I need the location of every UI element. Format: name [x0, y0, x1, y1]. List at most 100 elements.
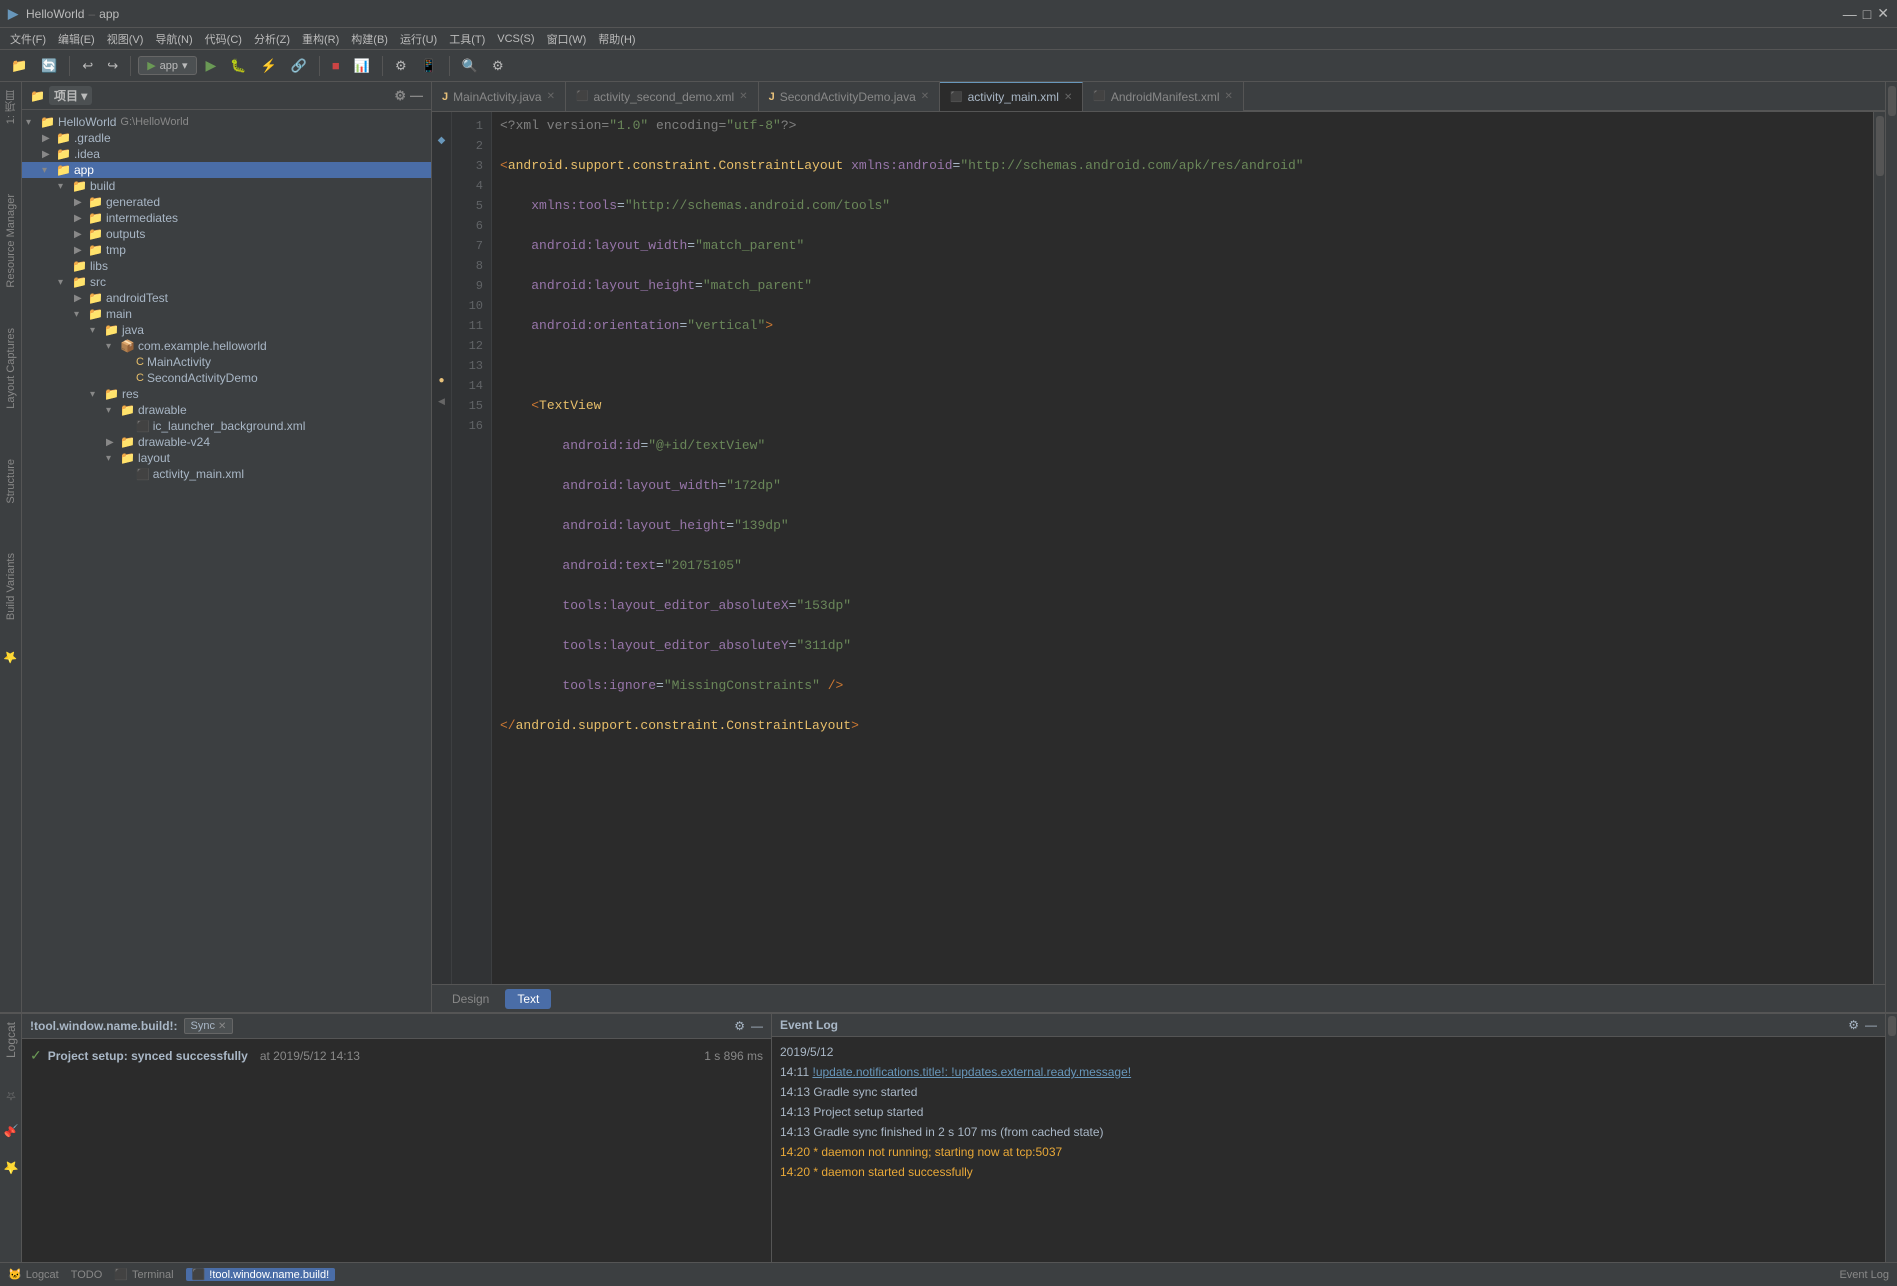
maximize-icon[interactable]: □ [1863, 6, 1871, 22]
sidebar-item-favorites[interactable]: ⭐ [2, 646, 19, 667]
tree-item-drawable-v24[interactable]: ▶ 📁 drawable-v24 [22, 434, 431, 450]
close-icon[interactable]: ✕ [1877, 5, 1889, 22]
bottom-right-scrollbar[interactable] [1885, 1014, 1897, 1262]
menu-navigate[interactable]: 导航(N) [149, 29, 198, 49]
menu-file[interactable]: 文件(F) [4, 29, 52, 49]
tab-design[interactable]: Design [440, 989, 501, 1009]
tab-close-icon[interactable]: ✕ [1064, 92, 1072, 103]
tab-mainactivity-java[interactable]: J MainActivity.java ✕ [432, 82, 566, 111]
menu-code[interactable]: 代码(C) [199, 29, 248, 49]
menu-run[interactable]: 运行(U) [394, 29, 443, 49]
sync-button[interactable]: 🔄 [36, 55, 62, 77]
tree-item-layout[interactable]: ▾ 📁 layout [22, 450, 431, 466]
sidebar-item-project[interactable]: 1: 项目 [1, 86, 21, 128]
profile-button[interactable]: ⚡ [256, 55, 282, 77]
right-scrollbar[interactable] [1885, 82, 1897, 1012]
event-log-settings-icon[interactable]: ⚙ [1848, 1018, 1859, 1032]
menu-edit[interactable]: 编辑(E) [52, 29, 101, 49]
status-logcat[interactable]: 🐱 Logcat [8, 1268, 59, 1281]
minimize-icon[interactable]: — [1843, 6, 1857, 22]
logcat-icon: 🐱 [8, 1268, 22, 1281]
log-link[interactable]: !update.notifications.title!: !updates.e… [812, 1065, 1131, 1079]
run-config-selector[interactable]: ▶ app ▾ [138, 56, 196, 75]
tree-item-src[interactable]: ▾ 📁 src [22, 274, 431, 290]
tree-item-main[interactable]: ▾ 📁 main [22, 306, 431, 322]
menu-build[interactable]: 构建(B) [345, 29, 394, 49]
sync-tab-close-icon[interactable]: ✕ [218, 1021, 226, 1032]
java-file-icon: C [136, 372, 144, 384]
bottom-sidebar-item-pin[interactable]: 📌 [2, 1120, 20, 1143]
tree-item-app[interactable]: ▾ 📁 app [22, 162, 431, 178]
run-button[interactable]: ▶ [201, 54, 222, 77]
debug-button[interactable]: 🐛 [225, 55, 251, 77]
tree-item-ic-launcher[interactable]: ⬛ ic_launcher_background.xml [22, 418, 431, 434]
project-settings-icon[interactable]: ⚙ [394, 88, 406, 104]
status-event-log[interactable]: Event Log [1839, 1269, 1889, 1281]
project-dropdown[interactable]: 项目 ▾ [49, 86, 92, 105]
tree-item-java[interactable]: ▾ 📁 java [22, 322, 431, 338]
menu-vcs[interactable]: VCS(S) [491, 31, 540, 47]
sidebar-item-layout-captures[interactable]: Layout Captures [3, 324, 19, 413]
search-everywhere-button[interactable]: 🔍 [457, 55, 483, 77]
menu-window[interactable]: 窗口(W) [541, 29, 593, 49]
menu-view[interactable]: 视图(V) [101, 29, 150, 49]
tab-close-icon[interactable]: ✕ [739, 91, 747, 102]
event-log-minimize-icon[interactable]: — [1865, 1018, 1877, 1032]
tree-item-libs[interactable]: 📁 libs [22, 258, 431, 274]
menu-tools[interactable]: 工具(T) [443, 29, 491, 49]
tree-item-drawable[interactable]: ▾ 📁 drawable [22, 402, 431, 418]
build-minimize-icon[interactable]: — [751, 1019, 763, 1033]
tree-item-generated[interactable]: ▶ 📁 generated [22, 194, 431, 210]
tree-item-androidtest[interactable]: ▶ 📁 androidTest [22, 290, 431, 306]
code-view[interactable]: ◆ ● [432, 112, 1885, 984]
bottom-sidebar-item-favorites[interactable]: ☆ [2, 1085, 20, 1107]
settings-button[interactable]: ⚙ [487, 55, 509, 77]
arrow-icon: ▾ [58, 181, 72, 192]
undo-button[interactable]: ↩ [77, 55, 98, 77]
tree-item-outputs[interactable]: ▶ 📁 outputs [22, 226, 431, 242]
code-editor[interactable]: <?xml version="1.0" encoding="utf-8"?> <… [492, 112, 1873, 984]
tree-item-activity-main-xml[interactable]: ⬛ activity_main.xml [22, 466, 431, 482]
open-file-button[interactable]: 📁 [6, 55, 32, 77]
tree-item-idea[interactable]: ▶ 📁 .idea [22, 146, 431, 162]
build-sync-tab[interactable]: Sync ✕ [184, 1018, 234, 1034]
tab-close-icon[interactable]: ✕ [547, 91, 555, 102]
bottom-sidebar-item-logcat[interactable]: Logcat [2, 1018, 20, 1062]
tab-close-icon[interactable]: ✕ [921, 91, 929, 102]
sidebar-item-build-variants[interactable]: Build Variants [3, 549, 19, 624]
attach-button[interactable]: 🔗 [286, 55, 312, 77]
tree-item-secondactivitydemo[interactable]: C SecondActivityDemo [22, 370, 431, 386]
tree-item-mainactivity[interactable]: C MainActivity [22, 354, 431, 370]
tab-activity-main-xml[interactable]: ⬛ activity_main.xml ✕ [940, 82, 1083, 111]
tab-androidmanifest[interactable]: ⬛ AndroidManifest.xml ✕ [1083, 82, 1244, 111]
tab-activity-second-demo[interactable]: ⬛ activity_second_demo.xml ✕ [566, 82, 759, 111]
tab-label: activity_main.xml [968, 90, 1059, 104]
tab-second-activity-demo-java[interactable]: J SecondActivityDemo.java ✕ [759, 82, 941, 111]
status-build[interactable]: ⬛ !tool.window.name.build! [186, 1268, 336, 1281]
tree-item-build[interactable]: ▾ 📁 build [22, 178, 431, 194]
tree-item-intermediates[interactable]: ▶ 📁 intermediates [22, 210, 431, 226]
redo-button[interactable]: ↪ [102, 55, 123, 77]
tree-item-tmp[interactable]: ▶ 📁 tmp [22, 242, 431, 258]
status-todo[interactable]: TODO [71, 1269, 103, 1281]
tree-item-helloworld[interactable]: ▾ 📁 HelloWorld G:\HelloWorld [22, 114, 431, 130]
sidebar-item-structure[interactable]: Structure [3, 455, 19, 508]
tab-close-icon[interactable]: ✕ [1225, 91, 1233, 102]
tree-item-com-example[interactable]: ▾ 📦 com.example.helloworld [22, 338, 431, 354]
bottom-sidebar-item-star[interactable]: ⭐ [2, 1156, 20, 1179]
status-terminal[interactable]: ⬛ Terminal [114, 1268, 173, 1281]
project-collapse-icon[interactable]: — [410, 88, 423, 104]
build-settings-icon[interactable]: ⚙ [734, 1019, 745, 1033]
avd-manager-button[interactable]: 📱 [416, 55, 442, 77]
tab-text[interactable]: Text [505, 989, 551, 1009]
sdk-manager-button[interactable]: ⚙ [390, 55, 412, 77]
menu-refactor[interactable]: 重构(R) [296, 29, 345, 49]
sidebar-item-resource-manager[interactable]: Resource Manager [3, 190, 19, 292]
coverage-button[interactable]: 📊 [349, 55, 375, 77]
menu-analyze[interactable]: 分析(Z) [248, 29, 296, 49]
tree-item-res[interactable]: ▾ 📁 res [22, 386, 431, 402]
menu-help[interactable]: 帮助(H) [592, 29, 641, 49]
tree-item-gradle[interactable]: ▶ 📁 .gradle [22, 130, 431, 146]
stop-button[interactable]: ■ [327, 55, 345, 76]
code-scrollbar[interactable] [1873, 112, 1885, 984]
